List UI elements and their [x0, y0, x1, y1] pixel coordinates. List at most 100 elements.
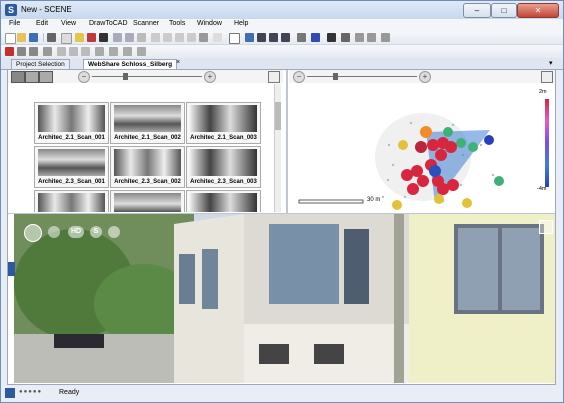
- text-annotation-icon[interactable]: [5, 47, 14, 56]
- select-line-icon[interactable]: [163, 33, 172, 42]
- frame-icon[interactable]: [229, 33, 240, 44]
- object-icon[interactable]: [95, 47, 104, 56]
- maximize-button[interactable]: □: [491, 3, 517, 18]
- toolbar-separator: [43, 33, 44, 42]
- scan-thumbnail[interactable]: Architec_2.1_Scan_002: [110, 102, 185, 144]
- open-folder-icon[interactable]: [17, 33, 26, 42]
- menu-tools[interactable]: Tools: [169, 20, 185, 27]
- menu-help[interactable]: Help: [234, 20, 248, 27]
- grid-icon[interactable]: [57, 47, 66, 56]
- scan-thumbnail-label: Architec_2.3_Scan_003: [190, 179, 257, 185]
- home-icon[interactable]: [137, 33, 146, 42]
- menu-drawtocad[interactable]: DrawToCAD: [89, 20, 128, 27]
- layers-toggle-icon[interactable]: [48, 226, 60, 238]
- thumbnail-size-slider[interactable]: [92, 76, 202, 77]
- print-icon[interactable]: [47, 33, 56, 42]
- scan-thumbnail-label: Architec_2.1_Scan_002: [114, 135, 181, 141]
- scan-position-map[interactable]: 30 m 2m -4m: [293, 85, 555, 213]
- map-zoom-out-icon[interactable]: −: [293, 71, 305, 83]
- map-slider-handle[interactable]: [333, 73, 338, 80]
- map-zoom-slider[interactable]: [307, 76, 417, 77]
- detail-view-icon[interactable]: [25, 71, 39, 83]
- split-icon[interactable]: [281, 33, 290, 42]
- cloud-icon[interactable]: [109, 47, 118, 56]
- tab-close-icon[interactable]: ×: [176, 59, 180, 66]
- menu-scanner[interactable]: Scanner: [133, 20, 159, 27]
- arrow-icon[interactable]: [17, 47, 26, 56]
- points-icon[interactable]: [327, 33, 336, 42]
- scan-icon[interactable]: [125, 33, 134, 42]
- tab-list-dropdown-icon[interactable]: ▾: [549, 59, 553, 67]
- view-3d-icon[interactable]: [99, 33, 108, 42]
- camera-icon[interactable]: [113, 33, 122, 42]
- menu-file[interactable]: File: [9, 20, 20, 27]
- scrollbar-thumb[interactable]: [275, 102, 281, 130]
- tile-icon[interactable]: [269, 33, 278, 42]
- zoom-in-icon[interactable]: +: [204, 71, 216, 83]
- points-add-icon[interactable]: [341, 33, 350, 42]
- scan-thumbnail[interactable]: Architec_2.1_Scan_003: [186, 102, 261, 144]
- link-icon[interactable]: [43, 47, 52, 56]
- panorama-expand-icon[interactable]: [539, 220, 553, 234]
- menu-edit[interactable]: Edit: [36, 20, 48, 27]
- scan-thumbnail[interactable]: Architec_2.3_Scan_002: [110, 146, 185, 188]
- tag-icon[interactable]: [81, 47, 90, 56]
- scan-thumbnail[interactable]: [110, 190, 185, 212]
- rotate-icon[interactable]: [367, 33, 376, 42]
- panorama-image: [14, 214, 555, 383]
- more-icon[interactable]: [381, 33, 390, 42]
- new-file-icon[interactable]: [5, 33, 16, 44]
- minimize-button[interactable]: –: [463, 3, 491, 18]
- scan-preview-image: [114, 193, 181, 212]
- pen-icon[interactable]: [311, 33, 320, 42]
- panorama-view[interactable]: HD S: [14, 214, 555, 383]
- select-poly-icon[interactable]: [175, 33, 184, 42]
- select-rect-icon[interactable]: [151, 33, 160, 42]
- scene-app-icon: S: [5, 4, 17, 16]
- scan-preview-image: [190, 149, 257, 176]
- undo-icon[interactable]: [61, 33, 72, 44]
- s-toggle[interactable]: S: [90, 226, 102, 238]
- map-expand-icon[interactable]: [541, 71, 553, 83]
- select-circle-icon[interactable]: [187, 33, 196, 42]
- scan-thumbnail-label: Architec_2.3_Scan_001: [38, 179, 105, 185]
- scan-thumbnail[interactable]: [34, 190, 109, 212]
- expand-icon[interactable]: [268, 71, 280, 83]
- measure-icon[interactable]: [213, 33, 222, 42]
- pane-splitter[interactable]: [286, 70, 288, 213]
- scan-thumbnail[interactable]: Architec_2.3_Scan_001: [34, 146, 109, 188]
- panorama-side-toggle[interactable]: [8, 262, 15, 276]
- slider-handle[interactable]: [123, 73, 128, 80]
- register-icon[interactable]: [87, 33, 96, 42]
- layers-icon[interactable]: [69, 47, 78, 56]
- window-layout-icon[interactable]: [245, 33, 254, 42]
- export-icon[interactable]: [137, 47, 146, 56]
- close-button[interactable]: ✕: [517, 3, 559, 18]
- scan-thumbnail[interactable]: Architec_2.1_Scan_001: [34, 102, 109, 144]
- clip-icon[interactable]: [199, 33, 208, 42]
- compass-icon[interactable]: [24, 224, 42, 242]
- menu-bar: File Edit View DrawToCAD Scanner Tools W…: [1, 19, 563, 31]
- redo-icon[interactable]: [29, 47, 38, 56]
- menu-window[interactable]: Window: [197, 20, 222, 27]
- zoom-out-icon[interactable]: −: [78, 71, 90, 83]
- scan-preview-image: [38, 193, 105, 212]
- scan-thumbnail-label: Architec_2.1_Scan_001: [38, 135, 105, 141]
- grid-view-icon[interactable]: [39, 71, 53, 83]
- scan-thumbnail[interactable]: [186, 190, 261, 212]
- list-view-icon[interactable]: [11, 71, 25, 83]
- mesh-icon[interactable]: [123, 47, 132, 56]
- save-icon[interactable]: [29, 33, 38, 42]
- thumbnail-scrollbar[interactable]: [274, 84, 281, 212]
- toolbar-secondary: [1, 45, 563, 59]
- height-legend: [545, 99, 549, 187]
- map-zoom-in-icon[interactable]: +: [419, 71, 431, 83]
- cascade-icon[interactable]: [257, 33, 266, 42]
- zoom-icon[interactable]: [355, 33, 364, 42]
- filter-icon[interactable]: [297, 33, 306, 42]
- hint-icon[interactable]: [75, 33, 84, 42]
- hd-toggle[interactable]: HD: [68, 226, 85, 238]
- scan-thumbnail[interactable]: Architec_2.3_Scan_003: [186, 146, 261, 188]
- location-pin-icon[interactable]: [108, 226, 120, 238]
- menu-view[interactable]: View: [61, 20, 76, 27]
